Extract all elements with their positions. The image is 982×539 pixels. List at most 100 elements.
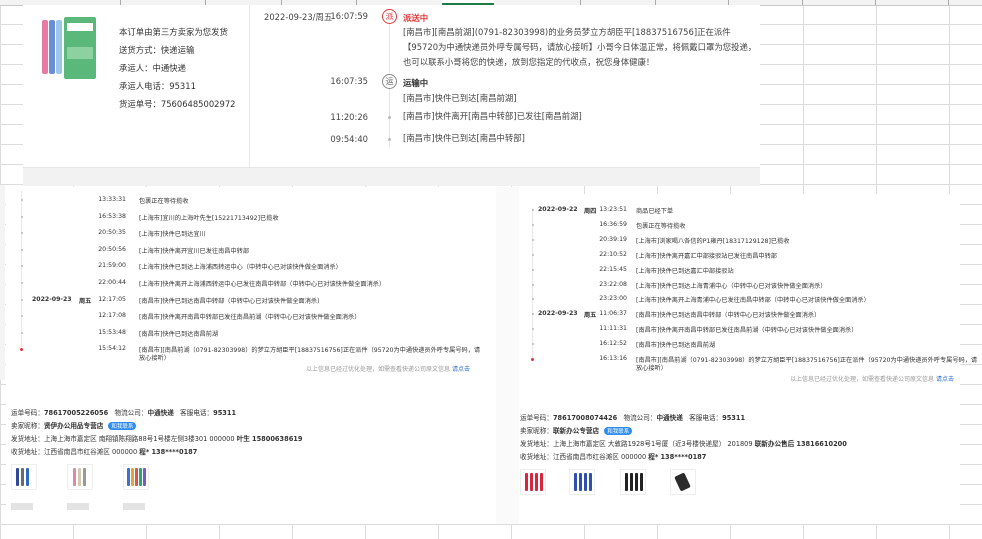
event-time: 12:17:05 [98,295,126,303]
timeline-text: [南昌市]快件已到达[南昌中转部] [403,133,525,143]
tracking-number: 货运单号：75606485002972 [119,99,236,109]
timeline-dot [388,138,391,141]
waybill-number: 78617005226056 [43,409,109,417]
tracking-card-right: 2022-09-22 周四 13:23:51 商品已经下单 16:36:59 包裹正在等待… [519,194,977,524]
timeline-title: 派送中 [403,13,429,23]
order-info: 本订单由第三方卖家为您发货 送货方式：快递运输 承运人：中通快递 承运人电话：9… [119,23,235,113]
event-text-continued: 放心接听） [636,365,667,372]
event-text: [上海市]宜川的上海叶先生[15221713492]已揽收 [139,214,279,222]
timeline-text: [南昌市][南昌前湖](0791-82303998)的业务员梦立方胡臣平[188… [403,27,757,67]
event-text: [南昌市]快件已到达南昌前湖 [636,342,716,350]
product-thumbnail[interactable] [569,469,595,495]
seller-name[interactable]: 联新办公专营店 [553,427,599,435]
timeline-dot [532,313,534,316]
ship-to-address: 江西省南昌市红谷滩区 000000 [552,453,647,461]
carrier: 承运人：中通快递 [119,63,186,73]
pen-image [49,20,55,74]
hotline: 95311 [722,414,746,422]
product-thumbnail[interactable] [67,464,93,490]
event-text: 包裹正在等待揽收 [139,198,189,205]
seller-row: 卖家昵称：贤伊办公用品专营店 和我联系 [11,420,137,430]
waybill-number: 78617008074426 [552,414,618,422]
contact-seller-button[interactable]: 和我联系 [604,427,633,435]
timeline-dot [532,253,534,256]
ship-to-row: 收货地址：江西省南昌市红谷滩区 000000 程* 138****0187 [520,453,707,461]
price-placeholder [123,503,145,510]
gap-panel [496,187,519,524]
pen-image [42,20,48,74]
product-thumbnail[interactable] [11,464,37,490]
view-original-link[interactable]: 请点击 [452,366,470,373]
event-time: 22:10:52 [599,250,627,258]
delivery-method: 送货方式：快递运输 [119,45,195,55]
event-time: 20:39:19 [599,235,627,243]
timeline-dot [21,215,23,218]
event-text: [南昌市]快件已到达南昌前湖 [139,330,219,338]
product-thumbnail[interactable] [40,17,98,83]
timeline-time: 09:54:40 [330,134,368,144]
product-thumbnail[interactable] [123,464,149,490]
event-text: [上海市]快件离开宜川已发往南昌中转部 [139,247,250,255]
ship-to-phone: 138****0187 [151,448,198,456]
event-text: [上海市]快件离开上海青浦中心已发往南昌中转部（中转中心已对该快件做全面消杀） [636,297,870,305]
timeline-dot [532,209,534,211]
timeline-dot [532,238,534,241]
product-thumbnail[interactable] [620,469,646,495]
price-placeholder [67,503,89,510]
timeline-title: 运输中 [403,78,429,88]
price-placeholder [11,503,33,510]
optimized-notice: 以上信息已经过优化处理，如需查看快递公司原文信息 请点击 [306,366,470,373]
product-thumbnail[interactable] [520,469,546,495]
event-time: 15:54:12 [98,345,126,353]
timeline-dot [532,328,534,331]
tab-separator [948,0,949,5]
timeline-dot [21,232,23,235]
event-text-continued: 放心接听） [139,355,170,363]
timeline-text: [南昌市]快件已到达[南昌前湖] [403,93,517,103]
waybill-row: 运单号码：78617008074426 物流公司：中通快递 客服电话：95311 [520,414,746,422]
timeline-time: 16:07:35 [330,76,368,86]
event-time: 12:17:08 [98,312,126,320]
ship-to-name: 程* [139,448,150,456]
event-time: 20:50:35 [98,229,126,237]
event-text: [上海市]快件离开嘉汇中部接驳站已发往南昌中转部 [636,252,777,260]
ship-from-row: 发货地址：上海上海市嘉定区 大敦路1928号1号厦（近3号楼快递屋） 20180… [520,440,847,448]
carrier-phone: 承运人电话：95311 [119,81,196,91]
ship-to-name: 程* [648,453,659,461]
timeline-dot [532,223,534,226]
event-text: [南昌市][南昌前湖（0791-82303998）的梦立方胡臣平[1883751… [636,357,978,364]
optimized-notice: 以上信息已经过优化处理，如需查看快递公司原文信息 请点击 [790,376,954,383]
delivering-icon: 派 [382,9,397,24]
event-time: 23:22:08 [599,280,627,288]
ship-from-phone: 15800638619 [251,435,303,443]
seller-name[interactable]: 贤伊办公用品专营店 [44,422,103,430]
timeline-dot [532,343,534,346]
event-time: 16:13:16 [599,355,627,362]
hotline: 95311 [213,409,237,417]
event-text: [上海市]快件已到达上海浦西转运中心（中转中心已对该快件做全面消杀） [139,264,342,272]
timeline-text: [南昌市]快件离开[南昌中转部]已发往[南昌前湖] [403,111,582,121]
event-text: [南昌市]快件离开南昌中转部已发往南昌前湖（中转中心已对该快件做全面消杀） [636,327,858,335]
event-text: [南昌市][南昌前湖（0791-82303998）的梦立方胡臣平[1883751… [139,347,481,355]
tracking-card-left: 13:33:31 包裹正在等待揽收 16:53:38 [上海市]宜川的上海叶先生[15… [6,187,496,524]
timeline-dot [532,268,534,271]
event-time: 16:36:59 [599,220,627,228]
logistics-company: 中通快递 [147,409,174,417]
contact-seller-button[interactable]: 和我联系 [108,422,137,430]
left-edge-panel [0,185,5,380]
event-text: [南昌市]快件已到达南昌中转部（中转中心已对该快件做全面消杀） [139,297,324,305]
event-time: 20:50:56 [98,245,126,253]
event-time: 16:53:38 [98,212,126,220]
product-thumbnail[interactable] [670,469,696,495]
event-time: 11:06:37 [599,310,627,318]
current-event-dot [20,348,23,352]
event-text: 商品已经下单 [636,208,674,215]
timeline-time: 16:07:59 [330,11,368,21]
ship-to-row: 收货地址：江西省南昌市红谷滩区 000000 程* 138****0187 [11,448,198,456]
ship-from-name: 联新办公售后 [754,440,795,448]
event-time: 11:11:31 [599,325,627,333]
view-original-link[interactable]: 请点击 [936,376,954,383]
pen-image [56,20,62,74]
event-text: [上海市]快件离开上海浦西转运中心已发往南昌中转部（中转中心已对该快件做全面消杀… [139,281,386,288]
timeline-dot [388,116,391,119]
